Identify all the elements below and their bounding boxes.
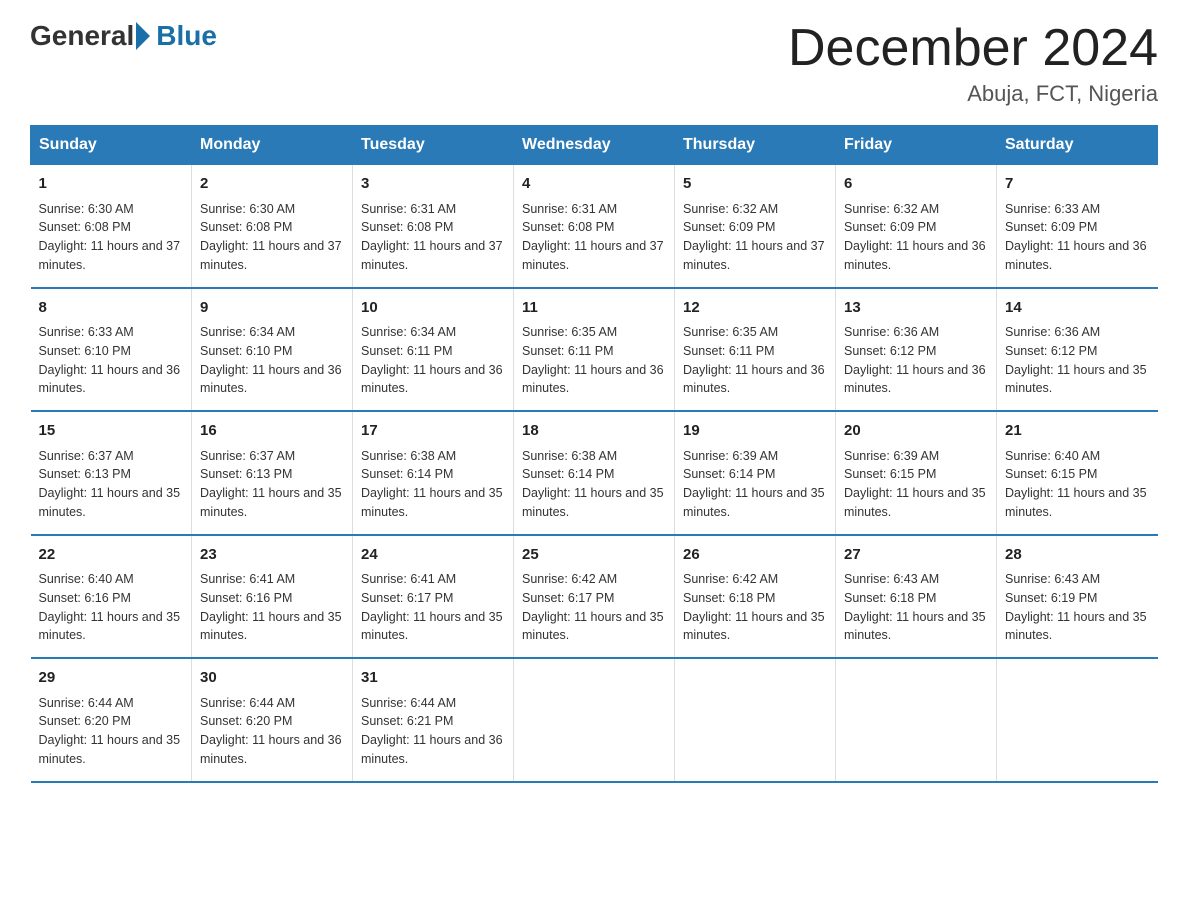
calendar-cell: 5Sunrise: 6:32 AMSunset: 6:09 PMDaylight… <box>675 165 836 288</box>
day-number: 8 <box>39 297 184 320</box>
calendar-cell: 27Sunrise: 6:43 AMSunset: 6:18 PMDayligh… <box>836 535 997 659</box>
day-number: 12 <box>683 297 827 320</box>
day-number: 17 <box>361 420 505 443</box>
day-number: 20 <box>844 420 988 443</box>
logo: General Blue <box>30 20 217 52</box>
calendar-cell <box>997 658 1158 782</box>
day-number: 5 <box>683 173 827 196</box>
calendar-cell: 25Sunrise: 6:42 AMSunset: 6:17 PMDayligh… <box>514 535 675 659</box>
logo-arrow-icon <box>136 22 150 50</box>
day-number: 23 <box>200 544 344 567</box>
header-sunday: Sunday <box>31 126 192 165</box>
calendar-cell: 18Sunrise: 6:38 AMSunset: 6:14 PMDayligh… <box>514 411 675 535</box>
calendar-cell: 19Sunrise: 6:39 AMSunset: 6:14 PMDayligh… <box>675 411 836 535</box>
week-row-1: 1Sunrise: 6:30 AMSunset: 6:08 PMDaylight… <box>31 165 1158 288</box>
day-number: 27 <box>844 544 988 567</box>
header-tuesday: Tuesday <box>353 126 514 165</box>
calendar-cell: 22Sunrise: 6:40 AMSunset: 6:16 PMDayligh… <box>31 535 192 659</box>
calendar-cell: 17Sunrise: 6:38 AMSunset: 6:14 PMDayligh… <box>353 411 514 535</box>
day-number: 15 <box>39 420 184 443</box>
day-number: 21 <box>1005 420 1150 443</box>
day-number: 6 <box>844 173 988 196</box>
calendar-cell: 10Sunrise: 6:34 AMSunset: 6:11 PMDayligh… <box>353 288 514 412</box>
calendar-cell: 1Sunrise: 6:30 AMSunset: 6:08 PMDaylight… <box>31 165 192 288</box>
calendar-table: SundayMondayTuesdayWednesdayThursdayFrid… <box>30 125 1158 783</box>
week-row-4: 22Sunrise: 6:40 AMSunset: 6:16 PMDayligh… <box>31 535 1158 659</box>
calendar-cell: 16Sunrise: 6:37 AMSunset: 6:13 PMDayligh… <box>192 411 353 535</box>
day-number: 22 <box>39 544 184 567</box>
calendar-cell: 2Sunrise: 6:30 AMSunset: 6:08 PMDaylight… <box>192 165 353 288</box>
day-number: 31 <box>361 667 505 690</box>
day-number: 9 <box>200 297 344 320</box>
title-area: December 2024 Abuja, FCT, Nigeria <box>788 20 1158 107</box>
header-row: SundayMondayTuesdayWednesdayThursdayFrid… <box>31 126 1158 165</box>
day-number: 3 <box>361 173 505 196</box>
logo-blue-text: Blue <box>156 20 217 51</box>
calendar-cell: 20Sunrise: 6:39 AMSunset: 6:15 PMDayligh… <box>836 411 997 535</box>
day-number: 26 <box>683 544 827 567</box>
calendar-cell: 3Sunrise: 6:31 AMSunset: 6:08 PMDaylight… <box>353 165 514 288</box>
day-number: 25 <box>522 544 666 567</box>
day-number: 18 <box>522 420 666 443</box>
day-number: 24 <box>361 544 505 567</box>
week-row-5: 29Sunrise: 6:44 AMSunset: 6:20 PMDayligh… <box>31 658 1158 782</box>
day-number: 19 <box>683 420 827 443</box>
calendar-cell: 13Sunrise: 6:36 AMSunset: 6:12 PMDayligh… <box>836 288 997 412</box>
calendar-cell: 11Sunrise: 6:35 AMSunset: 6:11 PMDayligh… <box>514 288 675 412</box>
day-number: 11 <box>522 297 666 320</box>
day-number: 7 <box>1005 173 1150 196</box>
calendar-cell <box>514 658 675 782</box>
calendar-cell: 31Sunrise: 6:44 AMSunset: 6:21 PMDayligh… <box>353 658 514 782</box>
calendar-cell: 21Sunrise: 6:40 AMSunset: 6:15 PMDayligh… <box>997 411 1158 535</box>
calendar-subtitle: Abuja, FCT, Nigeria <box>788 81 1158 107</box>
calendar-cell: 14Sunrise: 6:36 AMSunset: 6:12 PMDayligh… <box>997 288 1158 412</box>
calendar-cell <box>675 658 836 782</box>
calendar-cell: 23Sunrise: 6:41 AMSunset: 6:16 PMDayligh… <box>192 535 353 659</box>
header-saturday: Saturday <box>997 126 1158 165</box>
calendar-cell: 29Sunrise: 6:44 AMSunset: 6:20 PMDayligh… <box>31 658 192 782</box>
week-row-2: 8Sunrise: 6:33 AMSunset: 6:10 PMDaylight… <box>31 288 1158 412</box>
day-number: 13 <box>844 297 988 320</box>
day-number: 30 <box>200 667 344 690</box>
calendar-cell: 7Sunrise: 6:33 AMSunset: 6:09 PMDaylight… <box>997 165 1158 288</box>
calendar-cell: 24Sunrise: 6:41 AMSunset: 6:17 PMDayligh… <box>353 535 514 659</box>
day-number: 10 <box>361 297 505 320</box>
calendar-cell: 30Sunrise: 6:44 AMSunset: 6:20 PMDayligh… <box>192 658 353 782</box>
header-thursday: Thursday <box>675 126 836 165</box>
header-friday: Friday <box>836 126 997 165</box>
calendar-cell: 26Sunrise: 6:42 AMSunset: 6:18 PMDayligh… <box>675 535 836 659</box>
header-monday: Monday <box>192 126 353 165</box>
calendar-cell: 4Sunrise: 6:31 AMSunset: 6:08 PMDaylight… <box>514 165 675 288</box>
day-number: 1 <box>39 173 184 196</box>
calendar-cell: 15Sunrise: 6:37 AMSunset: 6:13 PMDayligh… <box>31 411 192 535</box>
calendar-cell: 6Sunrise: 6:32 AMSunset: 6:09 PMDaylight… <box>836 165 997 288</box>
day-number: 16 <box>200 420 344 443</box>
day-number: 14 <box>1005 297 1150 320</box>
day-number: 2 <box>200 173 344 196</box>
calendar-cell: 8Sunrise: 6:33 AMSunset: 6:10 PMDaylight… <box>31 288 192 412</box>
calendar-cell <box>836 658 997 782</box>
calendar-cell: 12Sunrise: 6:35 AMSunset: 6:11 PMDayligh… <box>675 288 836 412</box>
day-number: 29 <box>39 667 184 690</box>
header-wednesday: Wednesday <box>514 126 675 165</box>
logo-general-text: General <box>30 20 134 52</box>
week-row-3: 15Sunrise: 6:37 AMSunset: 6:13 PMDayligh… <box>31 411 1158 535</box>
day-number: 28 <box>1005 544 1150 567</box>
day-number: 4 <box>522 173 666 196</box>
page-header: General Blue December 2024 Abuja, FCT, N… <box>30 20 1158 107</box>
calendar-title: December 2024 <box>788 20 1158 77</box>
calendar-cell: 28Sunrise: 6:43 AMSunset: 6:19 PMDayligh… <box>997 535 1158 659</box>
calendar-cell: 9Sunrise: 6:34 AMSunset: 6:10 PMDaylight… <box>192 288 353 412</box>
